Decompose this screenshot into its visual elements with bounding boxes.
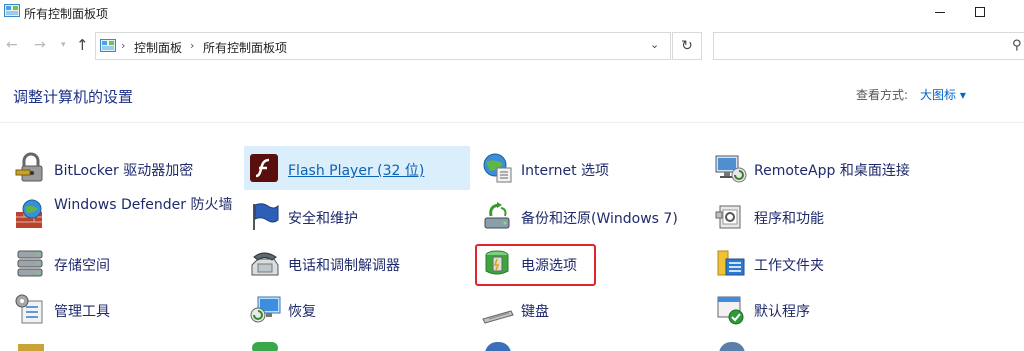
up-arrow-icon[interactable]: ↑ bbox=[76, 36, 89, 54]
navigation-bar: ← → ▾ ↑ › 控制面板 › 所有控制面板项 ⌄ ↻ ⚲ bbox=[0, 30, 1024, 62]
item-work-folders[interactable]: 工作文件夹 bbox=[714, 243, 934, 283]
item-internet-options[interactable]: Internet 选项 bbox=[481, 148, 701, 188]
item-label: 电话和调制解调器 bbox=[288, 258, 400, 274]
item-backup-restore[interactable]: 备份和还原(Windows 7) bbox=[481, 196, 706, 236]
window-title: 所有控制面板项 bbox=[24, 7, 109, 21]
breadcrumb-control-panel[interactable]: 控制面板 bbox=[134, 39, 182, 56]
item-label: 默认程序 bbox=[754, 304, 810, 320]
default-programs-icon bbox=[717, 296, 744, 325]
next-row-partial bbox=[0, 338, 1024, 351]
item-admin-tools[interactable]: 管理工具 bbox=[14, 289, 234, 329]
item-label: RemoteApp 和桌面连接 bbox=[754, 163, 910, 179]
item-default-programs[interactable]: 默认程序 bbox=[714, 289, 934, 329]
item-phone-modem[interactable]: 电话和调制解调器 bbox=[248, 243, 468, 283]
item-storage-spaces[interactable]: 存储空间 bbox=[14, 243, 234, 283]
address-bar[interactable]: › 控制面板 › 所有控制面板项 ⌄ bbox=[95, 32, 671, 60]
item-label: BitLocker 驱动器加密 bbox=[54, 163, 194, 179]
forward-arrow-icon[interactable]: → bbox=[34, 37, 46, 53]
maximize-button[interactable] bbox=[957, 0, 1003, 24]
work-folders-icon bbox=[717, 250, 745, 276]
control-panel-icon bbox=[100, 39, 116, 52]
search-icon: ⚲ bbox=[1012, 38, 1022, 53]
refresh-button[interactable]: ↻ bbox=[672, 32, 702, 60]
item-security-maintenance[interactable]: 安全和维护 bbox=[248, 196, 468, 236]
security-flag-icon bbox=[253, 203, 279, 230]
view-by-label: 查看方式: bbox=[856, 88, 909, 102]
keyboard-icon bbox=[482, 310, 514, 324]
flash-icon bbox=[250, 154, 278, 182]
item-label: 存储空间 bbox=[54, 258, 110, 274]
item-label: 安全和维护 bbox=[288, 211, 358, 227]
internet-options-icon bbox=[483, 153, 512, 183]
item-label: Windows Defender 防火墙 bbox=[54, 197, 233, 213]
item-label: 程序和功能 bbox=[754, 211, 824, 227]
item-keyboard[interactable]: 键盘 bbox=[481, 289, 701, 329]
item-programs-features[interactable]: 程序和功能 bbox=[714, 196, 934, 236]
recovery-icon bbox=[250, 296, 281, 323]
highlight-power-options bbox=[475, 244, 596, 286]
item-flash-player[interactable]: Flash Player (32 位) bbox=[244, 146, 470, 190]
recent-locations-chevron-icon[interactable]: ▾ bbox=[61, 40, 66, 50]
header-divider bbox=[0, 122, 1024, 123]
storage-icon bbox=[17, 250, 43, 277]
bitlocker-icon bbox=[15, 152, 43, 182]
control-panel-icon bbox=[4, 4, 20, 17]
remoteapp-icon bbox=[715, 155, 747, 183]
title-bar: 所有控制面板项 bbox=[0, 0, 1024, 26]
breadcrumb-separator-icon[interactable]: › bbox=[121, 39, 125, 52]
item-bitlocker[interactable]: BitLocker 驱动器加密 bbox=[14, 148, 234, 188]
item-windows-firewall[interactable]: Windows Defender 防火墙 bbox=[14, 194, 239, 238]
item-recovery[interactable]: 恢复 bbox=[248, 289, 468, 329]
firewall-icon bbox=[16, 199, 42, 228]
item-label: 备份和还原(Windows 7) bbox=[521, 211, 678, 227]
breadcrumb-separator-icon[interactable]: › bbox=[190, 39, 194, 52]
item-label: Internet 选项 bbox=[521, 163, 610, 179]
maximize-icon bbox=[975, 7, 985, 17]
refresh-icon: ↻ bbox=[681, 38, 693, 54]
folder-icon bbox=[18, 344, 44, 351]
item-label: 键盘 bbox=[521, 304, 549, 320]
item-label: 恢复 bbox=[288, 304, 316, 320]
programs-icon bbox=[715, 205, 741, 229]
back-arrow-icon[interactable]: ← bbox=[6, 37, 18, 53]
item-label: 工作文件夹 bbox=[754, 258, 824, 274]
phone-icon bbox=[251, 252, 279, 276]
item-label: 管理工具 bbox=[54, 304, 110, 320]
breadcrumb-all-items[interactable]: 所有控制面板项 bbox=[203, 39, 287, 56]
backup-icon bbox=[484, 202, 510, 229]
network-icon bbox=[719, 342, 745, 351]
search-input[interactable]: ⚲ bbox=[713, 32, 1024, 60]
minimize-icon bbox=[935, 12, 945, 13]
address-dropdown-icon[interactable]: ⌄ bbox=[650, 38, 659, 51]
program-icon bbox=[252, 342, 278, 351]
item-label: Flash Player (32 位) bbox=[288, 163, 425, 179]
admin-tools-icon bbox=[15, 294, 43, 324]
view-by-dropdown[interactable]: 大图标 ▾ bbox=[920, 86, 966, 103]
item-remoteapp[interactable]: RemoteApp 和桌面连接 bbox=[714, 148, 954, 188]
page-title: 调整计算机的设置 bbox=[13, 88, 134, 106]
globe-icon bbox=[485, 342, 511, 351]
